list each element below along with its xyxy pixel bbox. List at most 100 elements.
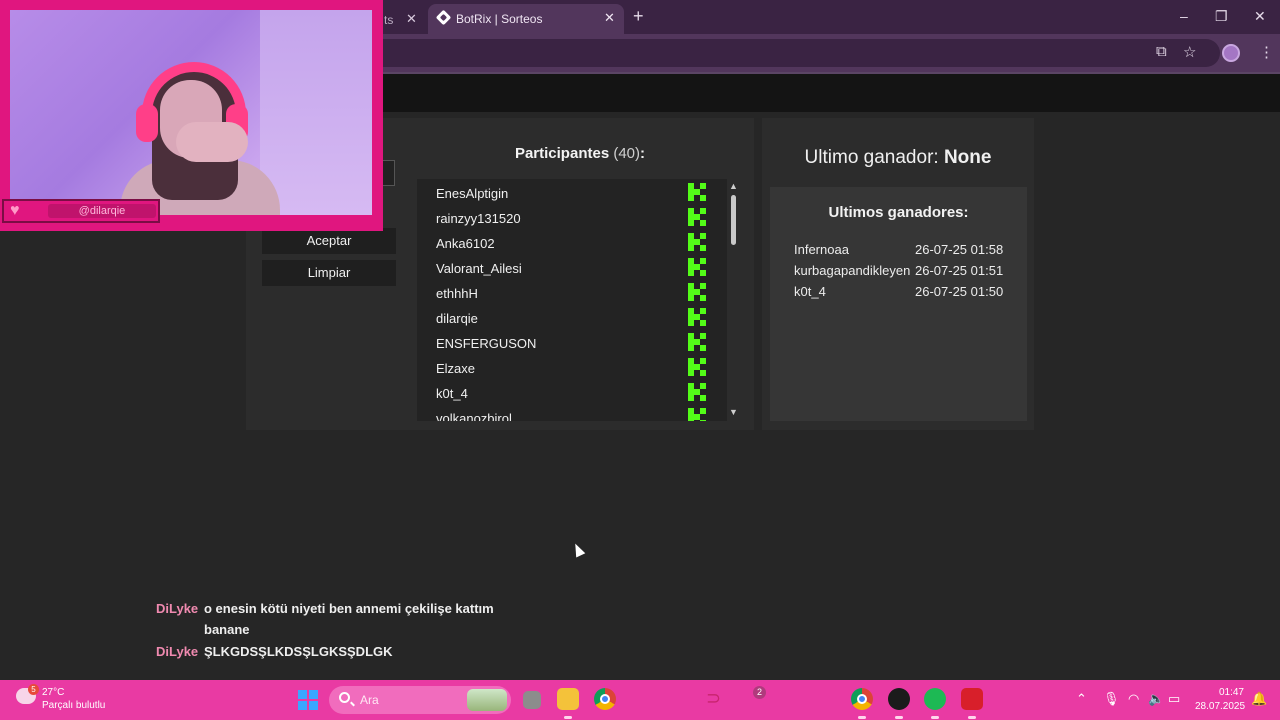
kick-icon bbox=[688, 233, 706, 251]
clock-date[interactable]: 28.07.2025 bbox=[1195, 701, 1245, 712]
heart-icon: ♥ bbox=[10, 202, 20, 219]
scroll-down-icon[interactable]: ▼ bbox=[729, 407, 738, 417]
kick-icon bbox=[688, 408, 706, 421]
kick-icon bbox=[688, 383, 706, 401]
last-winner: Ultimo ganador: None bbox=[762, 147, 1034, 169]
participant-name: volkanozbirol bbox=[436, 411, 512, 421]
search-highlight-image bbox=[467, 689, 507, 711]
scroll-thumb[interactable] bbox=[731, 195, 736, 245]
participant-name: EnesAlptigin bbox=[436, 186, 509, 201]
botrix-favicon-icon bbox=[435, 9, 452, 26]
notifications-bell-icon[interactable]: 🔔 bbox=[1251, 691, 1267, 707]
kick-icon bbox=[688, 358, 706, 376]
list-item: Valorant_Ailesi bbox=[417, 255, 727, 280]
star-icon[interactable]: ☆ bbox=[1183, 43, 1196, 61]
participants-colon: : bbox=[640, 145, 646, 162]
tab-close-icon[interactable]: ✕ bbox=[604, 10, 615, 26]
list-item: ENSFERGUSON bbox=[417, 330, 727, 355]
list-item: Anka6102 bbox=[417, 230, 727, 255]
battery-icon[interactable]: ▭ bbox=[1168, 691, 1180, 707]
translate-icon[interactable]: ⧉ bbox=[1156, 43, 1167, 60]
browser-tab-active[interactable]: BotRix | Sorteos ✕ bbox=[428, 4, 624, 34]
list-item: ethhhH bbox=[417, 280, 727, 305]
background-wall bbox=[260, 10, 372, 215]
window-close-button[interactable]: ✕ bbox=[1254, 8, 1266, 25]
running-indicator bbox=[858, 716, 866, 719]
list-item: dilarqie bbox=[417, 305, 727, 330]
kick-icon bbox=[688, 258, 706, 276]
taskbar: 5 27°C Parçalı bulutlu Ara ⊃ 2 ⌃ 🎙 ◠ 🔈 ▭… bbox=[0, 680, 1280, 720]
streamer-hand bbox=[176, 122, 248, 162]
scroll-up-icon[interactable]: ▲ bbox=[729, 181, 738, 191]
temperature[interactable]: 27°C bbox=[42, 687, 64, 698]
participants-heading: Participantes (40): bbox=[420, 145, 740, 162]
participants-count: (40) bbox=[613, 145, 641, 162]
kick-icon bbox=[688, 183, 706, 201]
list-item: Elzaxe bbox=[417, 355, 727, 380]
clear-button[interactable]: Limpiar bbox=[262, 260, 396, 286]
participants-scrollbar[interactable]: ▲ ▼ bbox=[727, 179, 741, 421]
winner-date: 26-07-25 01:58 bbox=[915, 242, 1004, 257]
winner-name: k0t_4 bbox=[794, 284, 826, 299]
chat-text: o enesin kötü niyeti ben annemi çekilişe… bbox=[204, 601, 494, 616]
winner-row: Infernoaa 26-07-25 01:58 bbox=[794, 242, 1009, 257]
profile-icon[interactable] bbox=[1222, 44, 1240, 62]
weather-condition[interactable]: Parçalı bulutlu bbox=[42, 700, 105, 711]
recent-winners-title: Ultimos ganadores: bbox=[828, 204, 969, 221]
participant-name: Valorant_Ailesi bbox=[436, 261, 522, 276]
chevron-up-icon[interactable]: ⌃ bbox=[1076, 691, 1087, 707]
app-icon[interactable]: ⊃ bbox=[706, 688, 721, 709]
new-tab-button[interactable]: + bbox=[633, 6, 644, 27]
volume-icon[interactable]: 🔈 bbox=[1148, 691, 1164, 707]
restore-button[interactable]: ❐ bbox=[1215, 8, 1228, 25]
recent-winners-box: Ultimos ganadores: Infernoaa 26-07-25 01… bbox=[770, 187, 1027, 421]
participant-name: Anka6102 bbox=[436, 236, 495, 251]
participants-label: Participantes bbox=[514, 145, 610, 162]
search-placeholder: Ara bbox=[360, 693, 379, 707]
chrome-profile-icon[interactable] bbox=[851, 688, 873, 710]
list-item: k0t_4 bbox=[417, 380, 727, 405]
winner-name: kurbagapandikleyen bbox=[794, 263, 911, 278]
office-icon[interactable] bbox=[961, 688, 983, 710]
kebab-menu-icon[interactable]: ⋮ bbox=[1259, 43, 1274, 61]
winner-row: kurbagapandikleyen 26-07-25 01:51 bbox=[794, 263, 1009, 278]
file-explorer-icon[interactable] bbox=[557, 688, 579, 710]
chat-username: DiLyke bbox=[156, 601, 199, 616]
minimize-button[interactable]: – bbox=[1180, 8, 1188, 24]
obs-icon[interactable] bbox=[888, 688, 910, 710]
weather-icon[interactable]: 5 bbox=[16, 684, 39, 704]
spotify-icon[interactable] bbox=[924, 688, 946, 710]
winner-date: 26-07-25 01:51 bbox=[915, 263, 1004, 278]
kick-icon bbox=[688, 283, 706, 301]
chat-username: DiLyke bbox=[156, 644, 199, 659]
clock-time[interactable]: 01:47 bbox=[1218, 687, 1244, 698]
kick-icon bbox=[688, 208, 706, 226]
list-item: EnesAlptigin bbox=[417, 180, 727, 205]
accept-button[interactable]: Aceptar bbox=[262, 228, 396, 254]
winner-row: k0t_4 26-07-25 01:50 bbox=[794, 284, 1009, 299]
participant-name: ethhhH bbox=[436, 286, 478, 301]
participant-name: dilarqie bbox=[436, 311, 478, 326]
wifi-icon[interactable]: ◠ bbox=[1128, 691, 1139, 707]
address-bar[interactable] bbox=[360, 39, 1220, 67]
task-view-icon[interactable] bbox=[523, 691, 541, 709]
weather-badge: 5 bbox=[28, 684, 39, 695]
chrome-icon[interactable] bbox=[594, 688, 616, 710]
participant-name: ENSFERGUSON bbox=[436, 336, 537, 351]
windows-start-icon[interactable] bbox=[298, 690, 318, 710]
taskbar-search[interactable]: Ara bbox=[329, 686, 511, 714]
kick-icon bbox=[688, 333, 706, 351]
kick-icon bbox=[688, 308, 706, 326]
running-indicator bbox=[968, 716, 976, 719]
microphone-icon[interactable]: 🎙 bbox=[1103, 691, 1120, 707]
list-item: volkanozbirol bbox=[417, 405, 727, 421]
running-indicator bbox=[564, 716, 572, 719]
chat-text: ŞLKGDSŞLKDSŞLGKSŞDLGK bbox=[204, 644, 393, 659]
last-winner-label: Ultimo ganador: bbox=[804, 147, 939, 168]
participant-name: rainzyy131520 bbox=[436, 211, 521, 226]
streamer-username: @dilarqie bbox=[48, 204, 156, 218]
participants-list[interactable]: EnesAlptigin rainzyy131520 Anka6102 Valo… bbox=[417, 179, 727, 421]
participant-name: k0t_4 bbox=[436, 386, 468, 401]
winner-name: Infernoaa bbox=[794, 242, 849, 257]
tab-close-icon[interactable]: ✕ bbox=[406, 11, 417, 27]
